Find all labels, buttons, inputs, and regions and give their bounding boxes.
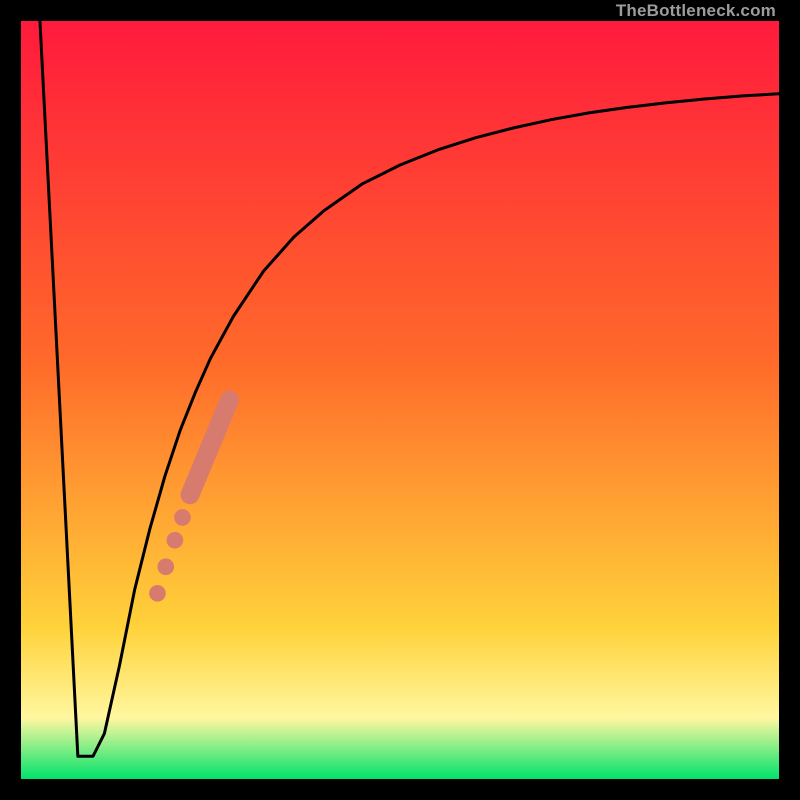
frame-right (779, 0, 800, 800)
chart-svg (21, 21, 779, 779)
chart-container: TheBottleneck.com (0, 0, 800, 800)
highlight-dot-2 (167, 532, 184, 549)
frame-bottom (0, 779, 800, 800)
watermark-text: TheBottleneck.com (616, 0, 776, 21)
highlight-dot-0 (149, 585, 166, 602)
frame-left (0, 0, 21, 800)
highlight-dot-3 (174, 509, 191, 526)
highlight-dot-1 (157, 558, 174, 575)
plot-area (21, 21, 779, 779)
gradient-background (21, 21, 779, 779)
